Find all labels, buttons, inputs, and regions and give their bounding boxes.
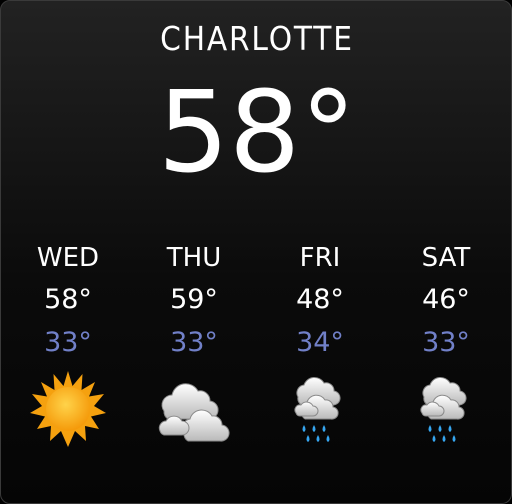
forecast-day-sat: SAT 46° 33° [383,239,509,449]
day-name: FRI [299,243,341,273]
forecast-day-wed: WED 58° 33° [5,239,131,449]
low-temp: 34° [296,327,344,358]
low-temp: 33° [170,327,218,358]
day-name: WED [36,243,100,273]
forecast-day-fri: FRI 48° 34° [257,239,383,449]
rain-icon [280,369,360,449]
forecast-day-thu: THU 59° 33° [131,239,257,449]
cloudy-icon [154,369,234,449]
day-name: SAT [421,243,471,273]
high-temp: 48° [296,284,344,315]
low-temp: 33° [422,327,470,358]
high-temp: 58° [44,284,92,315]
weather-widget: CHARLOTTE 58° WED 58° 33° THU 59° 33° FR… [0,0,512,504]
high-temp: 46° [422,284,470,315]
high-temp: 59° [170,284,218,315]
sun-icon [28,369,108,449]
current-temperature: 58° [157,68,357,198]
low-temp: 33° [44,327,92,358]
city-name: CHARLOTTE [160,19,354,58]
rain-icon [406,369,486,449]
day-name: THU [166,243,222,273]
